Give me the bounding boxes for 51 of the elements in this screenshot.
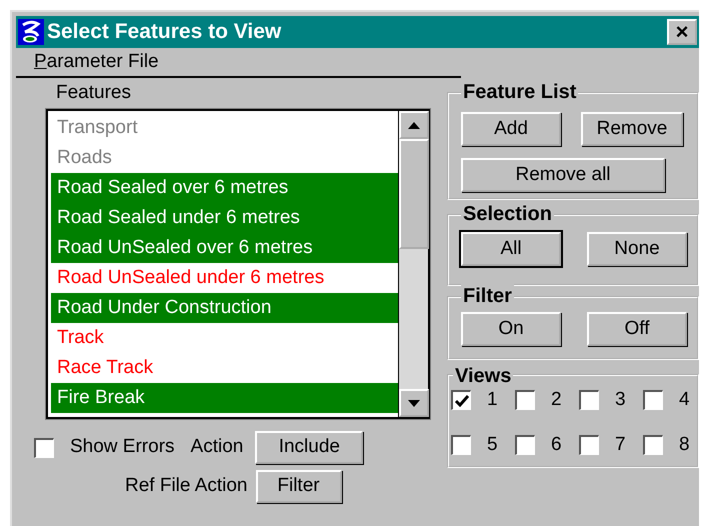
show-errors-checkbox[interactable] [34, 438, 54, 458]
view-checkbox[interactable] [643, 390, 663, 410]
list-item[interactable]: Race Track [51, 353, 398, 383]
view-number: 1 [487, 388, 498, 412]
scroll-down-button[interactable] [399, 389, 429, 417]
action-label: Action [190, 435, 244, 460]
view-checkbox[interactable] [579, 390, 599, 410]
view-number: 8 [679, 432, 690, 456]
remove-all-button[interactable]: Remove all [461, 158, 665, 192]
off-button[interactable]: Off [587, 312, 687, 346]
view-checkbox[interactable] [451, 390, 471, 410]
list-item[interactable]: Transport [51, 113, 398, 143]
view-checkbox[interactable] [515, 390, 535, 410]
view-checkbox[interactable] [643, 434, 663, 455]
view-number: 5 [487, 432, 498, 456]
list-item[interactable]: Road Under Construction [51, 293, 398, 323]
remove-button[interactable]: Remove [581, 112, 683, 146]
view-checkbox[interactable] [579, 434, 599, 455]
view-number: 3 [615, 388, 626, 412]
features-label: Features [56, 82, 132, 104]
close-button[interactable]: × [667, 19, 697, 45]
include-button[interactable]: Include [255, 431, 364, 464]
view-number: 6 [551, 432, 562, 456]
down-arrow-icon [408, 400, 420, 406]
on-button[interactable]: On [461, 312, 561, 346]
list-item[interactable]: Fire Break [51, 383, 398, 413]
menu-item[interactable]: Parameter File [34, 48, 159, 76]
scroll-up-button[interactable] [399, 111, 429, 139]
up-arrow-icon [408, 122, 420, 128]
view-number: 7 [615, 432, 626, 456]
view-number: 2 [551, 388, 562, 412]
scroll-thumb[interactable] [399, 139, 429, 249]
view-checkbox[interactable] [451, 434, 471, 455]
none-button[interactable]: None [587, 232, 687, 266]
check-icon [454, 394, 468, 407]
filter-button[interactable]: Filter [256, 470, 342, 503]
ref-file-action-label: Ref File Action [125, 474, 248, 498]
list-item[interactable]: Track [51, 323, 398, 353]
view-number: 4 [679, 388, 690, 412]
list-item[interactable]: Road UnSealed under 6 metres [51, 263, 398, 293]
list-item[interactable]: Road UnSealed over 6 metres [51, 233, 398, 263]
app-logo-icon [18, 19, 44, 45]
list-item[interactable]: Road Sealed over 6 metres [51, 173, 398, 203]
list-item[interactable]: Roads [51, 143, 398, 173]
window-title: Select Features to View [47, 19, 282, 46]
add-button[interactable]: Add [461, 112, 561, 146]
scrollbar[interactable] [398, 111, 428, 417]
list-item[interactable]: Road Sealed under 6 metres [51, 203, 398, 233]
all-button[interactable]: All [461, 232, 561, 266]
view-checkbox[interactable] [515, 434, 535, 455]
show-errors-label: Show Errors [70, 435, 175, 460]
